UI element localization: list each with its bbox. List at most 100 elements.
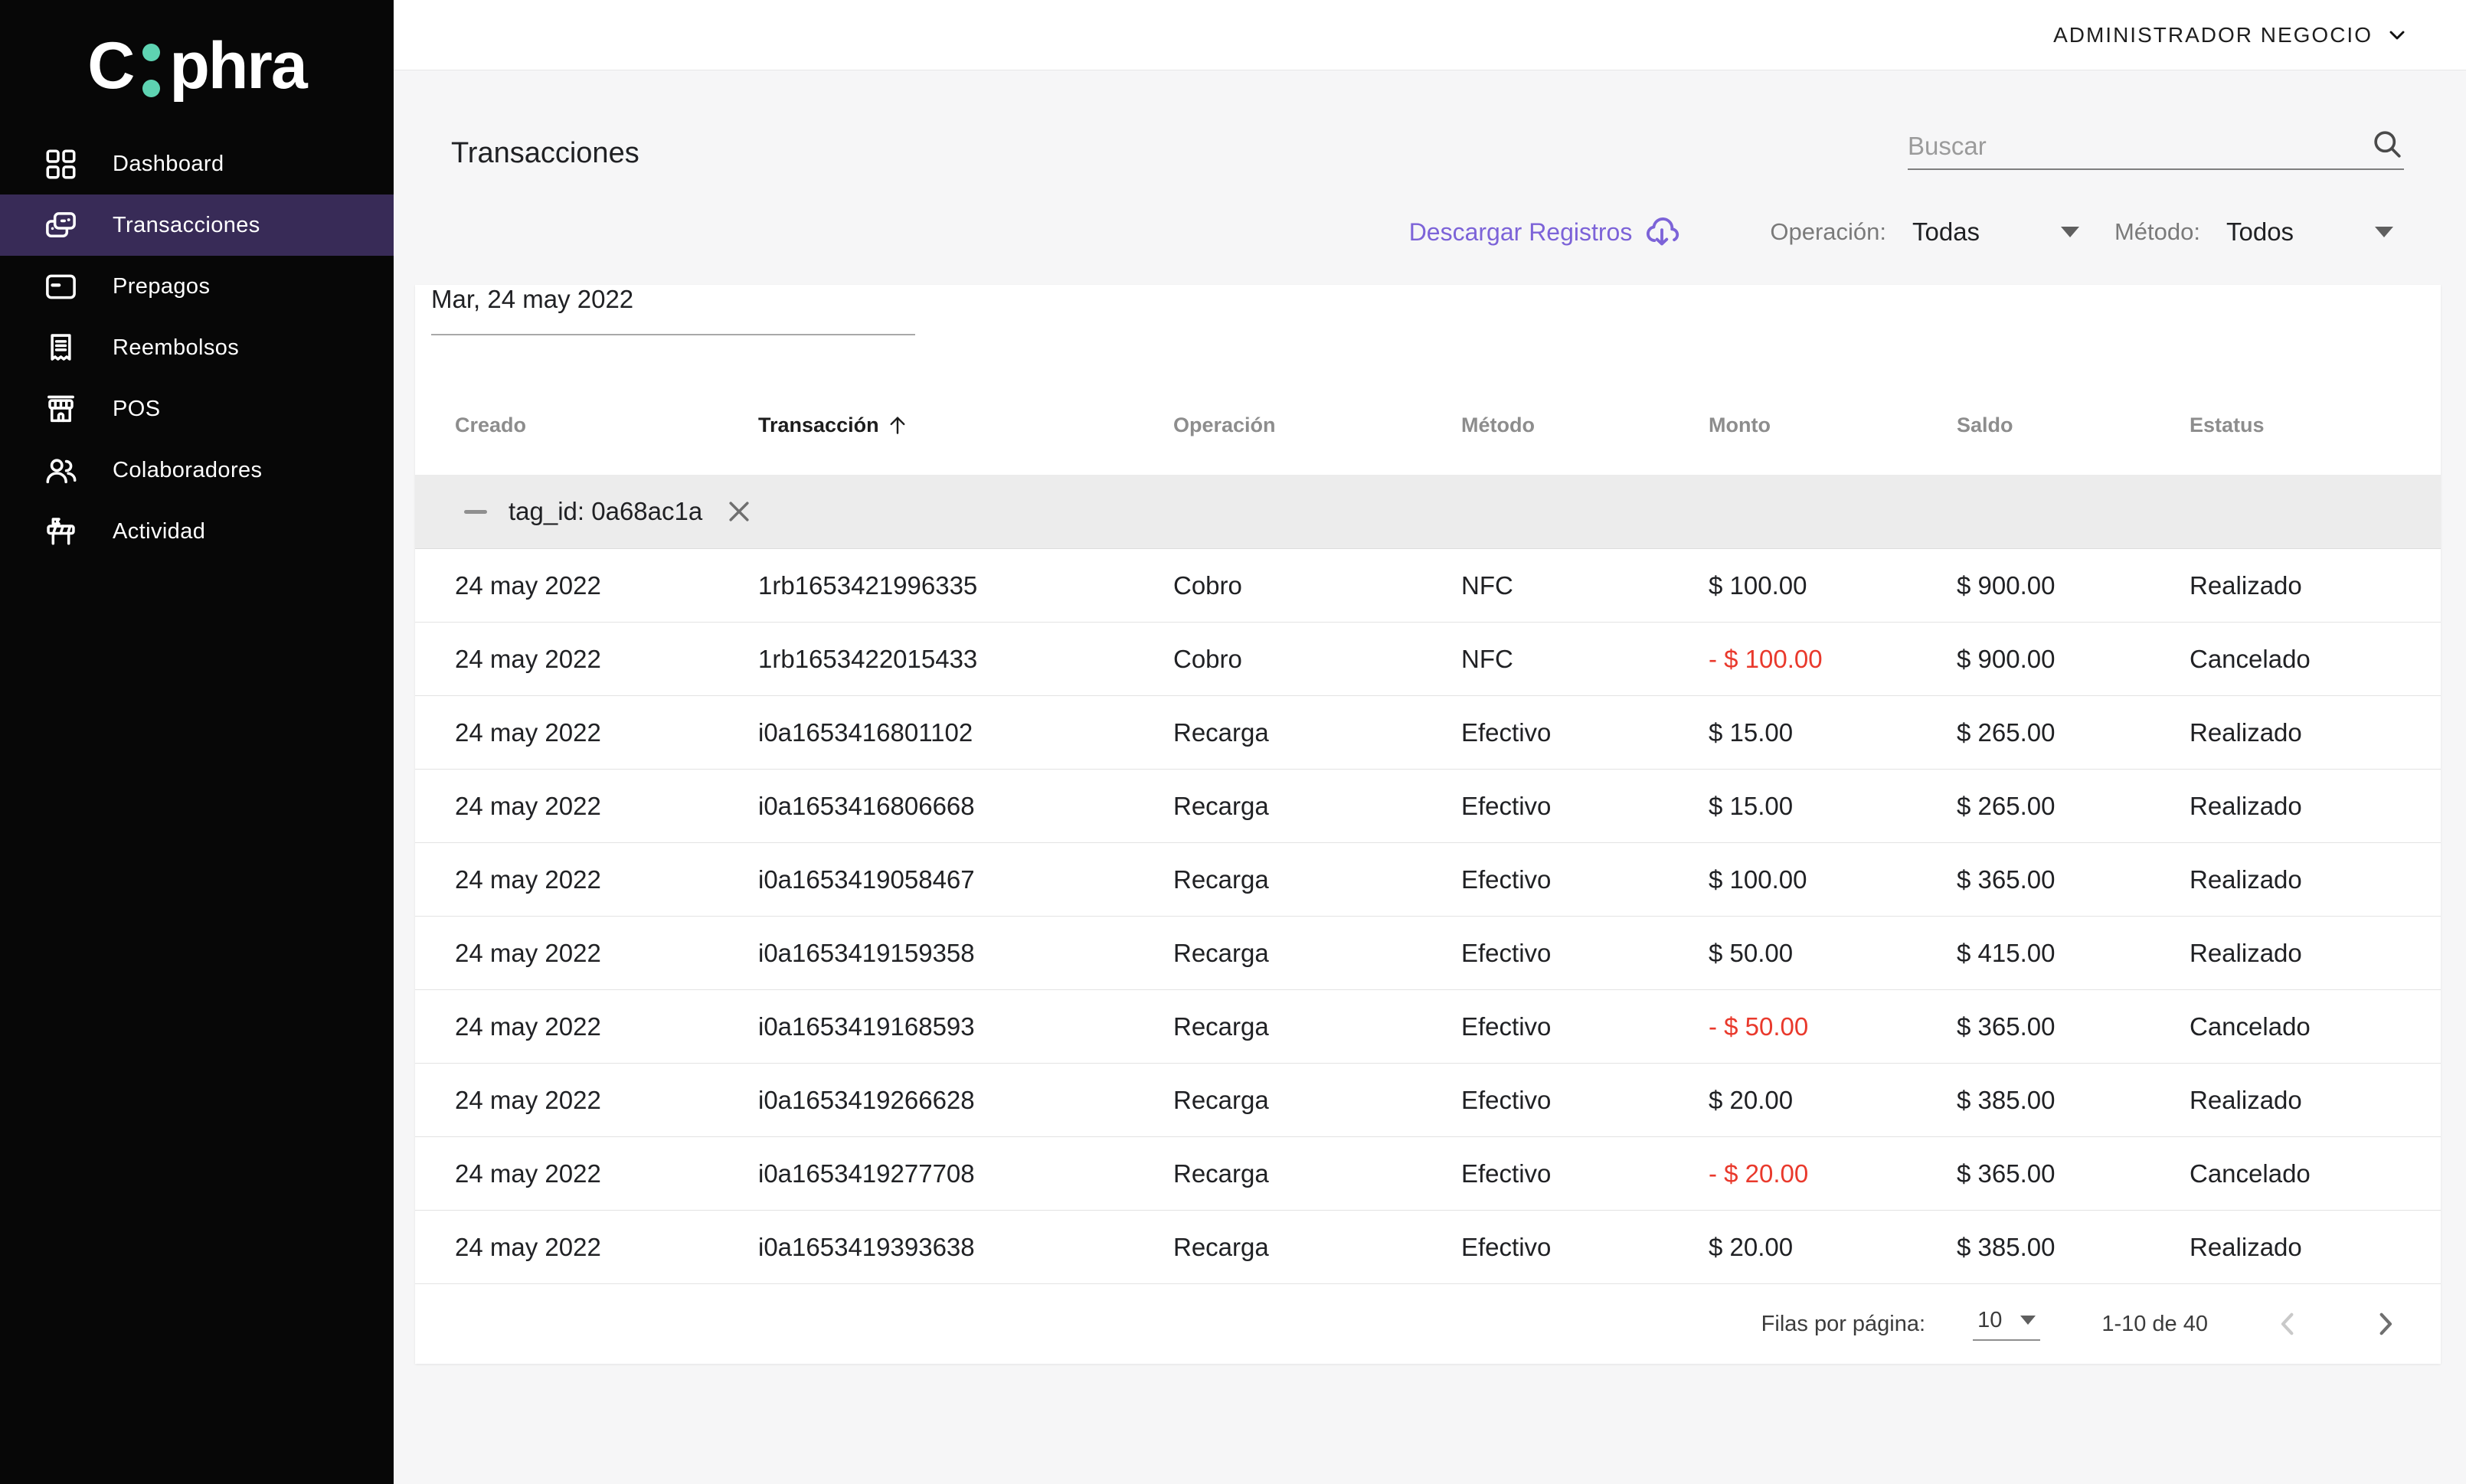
cell-monto: $ 100.00 [1709, 865, 1957, 894]
dashboard-icon [43, 146, 79, 182]
cell-transaccion: i0a1653419159358 [758, 939, 1173, 968]
cell-operacion: Recarga [1173, 792, 1461, 821]
previous-page-icon[interactable] [2272, 1308, 2304, 1340]
sidebar-item-colaboradores[interactable]: Colaboradores [0, 440, 394, 501]
date-field[interactable]: Mar, 24 may 2022 [431, 285, 915, 335]
method-select[interactable]: Todos [2226, 217, 2393, 247]
cell-estatus: Realizado [2190, 1086, 2441, 1115]
search-field [1908, 127, 2404, 170]
column-header-estatus[interactable]: Estatus [2190, 413, 2441, 437]
download-records-link[interactable]: Descargar Registros [1409, 214, 1680, 250]
cell-estatus: Cancelado [2190, 1012, 2441, 1041]
cell-estatus: Realizado [2190, 718, 2441, 747]
cell-estatus: Realizado [2190, 571, 2441, 600]
next-page-icon[interactable] [2369, 1308, 2401, 1340]
column-header-metodo[interactable]: Método [1461, 413, 1709, 437]
prepaid-card-icon [43, 269, 79, 305]
pagination-range-label: 1-10 de 40 [2101, 1312, 2208, 1337]
table-row[interactable]: 24 may 2022 i0a1653419277708 Recarga Efe… [415, 1137, 2441, 1211]
table-row[interactable]: 24 may 2022 i0a1653416806668 Recarga Efe… [415, 770, 2441, 843]
cell-monto: - $ 20.00 [1709, 1159, 1957, 1188]
cell-creado: 24 may 2022 [455, 939, 758, 968]
table-row[interactable]: 24 may 2022 i0a1653419159358 Recarga Efe… [415, 917, 2441, 990]
cell-estatus: Cancelado [2190, 645, 2441, 674]
cell-operacion: Recarga [1173, 1012, 1461, 1041]
sidebar-item-prepagos[interactable]: Prepagos [0, 256, 394, 317]
cell-metodo: Efectivo [1461, 865, 1709, 894]
cell-transaccion: 1rb1653421996335 [758, 571, 1173, 600]
table-row[interactable]: 24 may 2022 1rb1653422015433 Cobro NFC -… [415, 623, 2441, 696]
cell-transaccion: 1rb1653422015433 [758, 645, 1173, 674]
table-row[interactable]: 24 may 2022 i0a1653416801102 Recarga Efe… [415, 696, 2441, 770]
cell-monto: $ 100.00 [1709, 571, 1957, 600]
sidebar-item-actividad[interactable]: Actividad [0, 501, 394, 562]
cell-creado: 24 may 2022 [455, 645, 758, 674]
cell-creado: 24 may 2022 [455, 865, 758, 894]
cell-transaccion: i0a1653419277708 [758, 1159, 1173, 1188]
cell-operacion: Recarga [1173, 939, 1461, 968]
sidebar: C phra Dashboard [0, 0, 394, 1484]
column-header-transaccion[interactable]: Transacción [758, 413, 1173, 437]
cell-creado: 24 may 2022 [455, 1086, 758, 1115]
filter-chip-close-icon[interactable] [724, 496, 754, 527]
cell-estatus: Cancelado [2190, 1159, 2441, 1188]
chevron-down-icon [2385, 23, 2409, 47]
store-icon [43, 391, 79, 427]
cell-creado: 24 may 2022 [455, 718, 758, 747]
cell-monto: - $ 100.00 [1709, 645, 1957, 674]
cell-creado: 24 may 2022 [455, 1012, 758, 1041]
sort-ascending-icon [885, 413, 910, 437]
sidebar-item-dashboard[interactable]: Dashboard [0, 133, 394, 194]
search-icon[interactable] [2370, 127, 2404, 161]
column-header-saldo[interactable]: Saldo [1957, 413, 2190, 437]
cell-metodo: NFC [1461, 645, 1709, 674]
transactions-icon [43, 208, 79, 244]
pagination-bar: Filas por página: 10 1-10 de 40 [415, 1284, 2441, 1364]
cell-monto: $ 20.00 [1709, 1086, 1957, 1115]
cell-metodo: Efectivo [1461, 1233, 1709, 1262]
table-row[interactable]: 24 may 2022 i0a1653419266628 Recarga Efe… [415, 1064, 2441, 1137]
rows-per-page-select[interactable]: 10 [1973, 1308, 2040, 1341]
sidebar-menu: Dashboard Transacciones P [0, 133, 394, 562]
cell-saldo: $ 385.00 [1957, 1086, 2190, 1115]
app-logo[interactable]: C phra [0, 26, 394, 106]
cell-transaccion: i0a1653416801102 [758, 718, 1173, 747]
people-icon [43, 453, 79, 489]
table-row[interactable]: 24 may 2022 1rb1653421996335 Cobro NFC $… [415, 549, 2441, 623]
operation-select[interactable]: Todas [1912, 217, 2079, 247]
sidebar-item-label: Reembolsos [113, 335, 239, 361]
rows-per-page-value: 10 [1977, 1308, 2002, 1333]
sidebar-item-pos[interactable]: POS [0, 378, 394, 440]
cell-saldo: $ 385.00 [1957, 1233, 2190, 1262]
cell-transaccion: i0a1653416806668 [758, 792, 1173, 821]
column-header-operacion[interactable]: Operación [1173, 413, 1461, 437]
dropdown-caret-icon [2061, 227, 2079, 237]
column-header-monto[interactable]: Monto [1709, 413, 1957, 437]
cell-saldo: $ 365.00 [1957, 1159, 2190, 1188]
cell-monto: $ 15.00 [1709, 718, 1957, 747]
cell-monto: $ 15.00 [1709, 792, 1957, 821]
sidebar-item-reembolsos[interactable]: Reembolsos [0, 317, 394, 378]
cell-operacion: Cobro [1173, 571, 1461, 600]
column-header-creado[interactable]: Creado [455, 413, 758, 437]
sidebar-item-label: Colaboradores [113, 458, 262, 483]
account-menu-button[interactable]: ADMINISTRADOR NEGOCIO [2053, 23, 2409, 47]
cell-monto: - $ 50.00 [1709, 1012, 1957, 1041]
cell-transaccion: i0a1653419266628 [758, 1086, 1173, 1115]
cell-creado: 24 may 2022 [455, 1159, 758, 1188]
cell-saldo: $ 365.00 [1957, 1012, 2190, 1041]
cell-metodo: Efectivo [1461, 718, 1709, 747]
table-row[interactable]: 24 may 2022 i0a1653419058467 Recarga Efe… [415, 843, 2441, 917]
sidebar-item-label: Actividad [113, 519, 205, 544]
cell-saldo: $ 365.00 [1957, 865, 2190, 894]
sidebar-item-label: Transacciones [113, 213, 260, 238]
sidebar-item-transacciones[interactable]: Transacciones [0, 194, 394, 256]
method-filter-label: Método: [2114, 218, 2200, 246]
table-row[interactable]: 24 may 2022 i0a1653419393638 Recarga Efe… [415, 1211, 2441, 1284]
search-input[interactable] [1908, 132, 2363, 161]
cell-metodo: Efectivo [1461, 939, 1709, 968]
table-row[interactable]: 24 may 2022 i0a1653419168593 Recarga Efe… [415, 990, 2441, 1064]
dropdown-caret-icon [2375, 227, 2393, 237]
topbar: ADMINISTRADOR NEGOCIO [394, 0, 2466, 70]
sidebar-item-label: Prepagos [113, 274, 210, 299]
